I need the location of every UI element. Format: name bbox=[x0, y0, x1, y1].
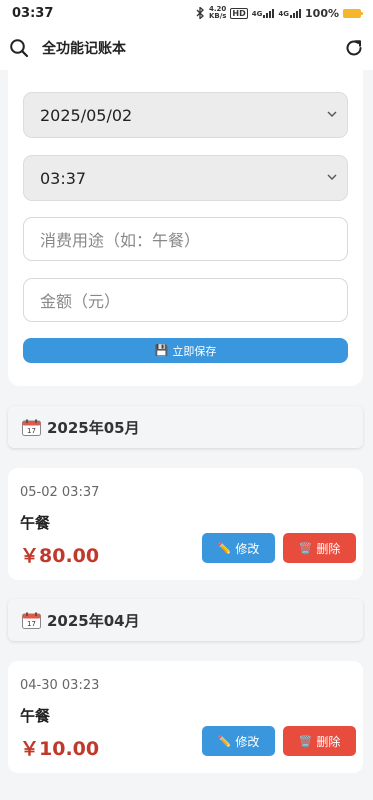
purpose-placeholder: 消费用途（如：午餐） bbox=[40, 231, 201, 250]
speed-unit: KB/s bbox=[208, 12, 227, 20]
month-label: 2025年04月 bbox=[47, 611, 140, 630]
save-label: 立即保存 bbox=[172, 344, 217, 358]
svg-text:17: 17 bbox=[27, 427, 36, 435]
calendar-icon: 17 bbox=[22, 419, 41, 436]
pencil-icon: ✏️ bbox=[217, 734, 232, 748]
edit-button[interactable]: ✏️ 修改 bbox=[202, 533, 275, 563]
delete-label: 删除 bbox=[316, 734, 341, 749]
net-label-1: 4G bbox=[251, 10, 263, 18]
app-bar: 全功能记账本 bbox=[0, 26, 373, 70]
delete-label: 删除 bbox=[316, 541, 341, 556]
edit-button[interactable]: ✏️ 修改 bbox=[202, 726, 275, 756]
record-time: 05-02 03:37 bbox=[20, 485, 100, 500]
amount-placeholder: 金额（元） bbox=[40, 292, 121, 311]
time-select[interactable]: 03:37 bbox=[23, 155, 348, 201]
date-value: 2025/05/02 bbox=[40, 105, 133, 125]
calendar-icon: 17 bbox=[22, 612, 41, 629]
record-purpose: 午餐 bbox=[20, 707, 51, 725]
chevron-down-icon bbox=[327, 174, 337, 180]
record-amount: ￥80.00 bbox=[20, 545, 100, 567]
edit-label: 修改 bbox=[235, 541, 260, 556]
signal-icon bbox=[263, 8, 275, 18]
month-label: 2025年05月 bbox=[47, 418, 140, 437]
time-value: 03:37 bbox=[40, 168, 87, 188]
status-indicators: 4.20 KB/s HD 4G 4G 100% bbox=[195, 6, 363, 20]
battery-percent: 100% bbox=[305, 6, 339, 20]
purpose-input[interactable]: 消费用途（如：午餐） bbox=[23, 217, 348, 261]
record-amount: ￥10.00 bbox=[20, 738, 100, 760]
record-time: 04-30 03:23 bbox=[20, 678, 100, 693]
refresh-icon[interactable] bbox=[343, 37, 365, 59]
amount-input[interactable]: 金额（元） bbox=[23, 278, 348, 322]
entry-form: 2025/05/02 03:37 消费用途（如：午餐） 金额（元） 💾 立即保存 bbox=[8, 70, 363, 386]
network-speed: 4.20 KB/s bbox=[209, 6, 226, 20]
edit-label: 修改 bbox=[235, 734, 260, 749]
trash-icon: 🗑️ bbox=[298, 541, 313, 555]
net-indicator-2: 4G bbox=[278, 8, 302, 18]
floppy-disk-icon: 💾 bbox=[154, 344, 169, 357]
svg-text:17: 17 bbox=[27, 620, 36, 628]
date-select[interactable]: 2025/05/02 bbox=[23, 92, 348, 138]
record-purpose: 午餐 bbox=[20, 514, 51, 532]
record-card: 05-02 03:37 午餐 ￥80.00 ✏️ 修改 🗑️ 删除 bbox=[8, 468, 363, 580]
hd-badge: HD bbox=[230, 7, 248, 19]
delete-button[interactable]: 🗑️ 删除 bbox=[283, 726, 356, 756]
record-card: 04-30 03:23 午餐 ￥10.00 ✏️ 修改 🗑️ 删除 bbox=[8, 661, 363, 773]
chevron-down-icon bbox=[327, 111, 337, 117]
save-button[interactable]: 💾 立即保存 bbox=[23, 338, 348, 363]
bluetooth-icon bbox=[196, 7, 204, 19]
search-icon[interactable] bbox=[8, 37, 30, 59]
month-header: 17 2025年04月 bbox=[8, 599, 363, 641]
pencil-icon: ✏️ bbox=[217, 541, 232, 555]
net-indicator-1: 4G bbox=[252, 8, 275, 18]
app-title: 全功能记账本 bbox=[42, 41, 126, 57]
delete-button[interactable]: 🗑️ 删除 bbox=[283, 533, 356, 563]
net-label-2: 4G bbox=[278, 10, 290, 18]
month-header: 17 2025年05月 bbox=[8, 406, 363, 448]
signal-icon bbox=[290, 8, 302, 18]
battery-icon bbox=[343, 8, 363, 18]
trash-icon: 🗑️ bbox=[298, 734, 313, 748]
status-time: 03:37 bbox=[12, 5, 54, 21]
status-bar: 03:37 4.20 KB/s HD 4G 4G 100% bbox=[0, 0, 373, 26]
